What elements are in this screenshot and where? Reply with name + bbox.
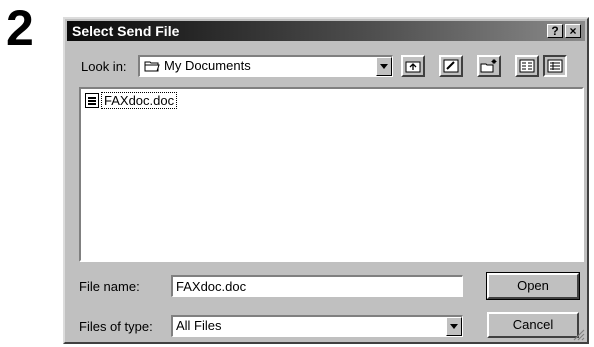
cancel-button[interactable]: Cancel — [487, 312, 579, 338]
step-number: 2 — [6, 0, 34, 56]
select-send-file-dialog: Select Send File ? × Look in: My Documen… — [63, 17, 589, 344]
file-name-input[interactable]: FAXdoc.doc — [171, 275, 463, 297]
folder-icon — [144, 59, 160, 78]
close-button[interactable]: × — [565, 24, 581, 38]
file-item-name: FAXdoc.doc — [100, 92, 178, 109]
list-view-button[interactable] — [515, 55, 539, 77]
details-view-button[interactable] — [543, 55, 567, 77]
look-in-value: My Documents — [164, 58, 251, 73]
resize-grip-icon[interactable] — [573, 328, 585, 341]
document-icon — [85, 93, 99, 108]
look-in-label: Look in: — [81, 59, 127, 74]
open-button[interactable]: Open — [486, 272, 580, 300]
files-of-type-combo[interactable]: All Files — [171, 315, 463, 337]
title-bar[interactable]: Select Send File ? × — [67, 21, 585, 41]
files-of-type-label: Files of type: — [79, 319, 153, 334]
up-folder-button[interactable] — [401, 55, 425, 77]
look-in-combo[interactable]: My Documents — [138, 55, 393, 77]
files-of-type-value: All Files — [176, 318, 222, 333]
desktop-button[interactable] — [439, 55, 463, 77]
file-list[interactable]: FAXdoc.doc — [79, 87, 584, 262]
files-of-type-dropdown-button[interactable] — [446, 317, 462, 336]
file-name-value: FAXdoc.doc — [176, 279, 247, 294]
help-button[interactable]: ? — [547, 24, 563, 38]
file-name-label: File name: — [79, 279, 140, 294]
look-in-dropdown-button[interactable] — [376, 57, 392, 76]
dialog-title: Select Send File — [72, 23, 180, 39]
new-folder-button[interactable] — [477, 55, 501, 77]
